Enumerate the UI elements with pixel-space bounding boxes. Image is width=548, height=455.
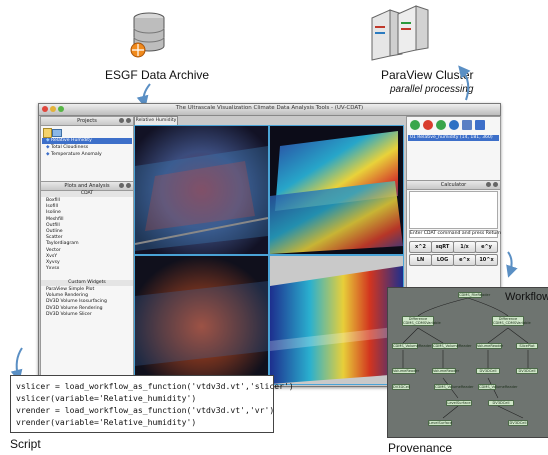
calc-ln-button[interactable]: LN <box>409 254 432 266</box>
projects-header: Projects <box>41 117 133 126</box>
calc-sqrt-button[interactable]: sqRT <box>431 241 454 253</box>
workflow-node[interactable]: DV3DCell <box>516 368 538 374</box>
viz-cell-isosurface[interactable] <box>135 256 268 384</box>
new-project-icon[interactable] <box>43 128 52 138</box>
variables-panel: 01 Relative_humidity (14, 181, 360) <box>406 116 501 181</box>
plots-header: Plots and Analysis <box>41 182 133 191</box>
slice-map-render-image <box>270 256 403 384</box>
variable-item[interactable]: 01 Relative_humidity (14, 181, 360) <box>408 135 499 142</box>
plots-panel: Plots and Analysis CDAT Boxfill Isofill Is… <box>40 181 134 387</box>
viz-cell-slice-map[interactable] <box>270 256 403 384</box>
project-label: Total Cloudiness <box>51 145 89 150</box>
panel-float-icon[interactable] <box>119 118 124 123</box>
calc-pow10-button[interactable]: 10^x <box>475 254 498 266</box>
plot-type-item[interactable]: DV3D Volume Slicer <box>46 312 107 318</box>
script-line: vslicer(variable='Relative_humidity') <box>16 393 197 403</box>
workflow-node[interactable]: DV3DCell <box>476 368 500 374</box>
calc-square-button[interactable]: x^2 <box>409 241 432 253</box>
project-item[interactable]: ◆ Total Cloudiness <box>46 145 88 151</box>
workflow-node[interactable]: DV3DCell <box>392 384 410 390</box>
calculator-header: Calculator <box>407 181 500 190</box>
workflow-node[interactable]: VolumeReader <box>476 343 503 349</box>
info-icon[interactable] <box>449 120 459 130</box>
edit-icon[interactable] <box>462 120 472 130</box>
plots-header-label: Plots and Analysis <box>64 183 110 189</box>
projects-header-label: Projects <box>77 118 97 124</box>
plot-type-item[interactable]: DV3D Volume Isosurfacing <box>46 299 107 305</box>
workflow-node[interactable]: CDMS_VolumeReader <box>432 343 472 349</box>
workflow-node[interactable]: VolumeReader <box>432 368 459 374</box>
project-label: Temperature Anomaly <box>51 152 102 157</box>
workflow-node[interactable]: CDMS_VolumeReader <box>434 384 474 390</box>
workflow-node[interactable]: Difference CDMS_CDMSVariable <box>402 316 441 326</box>
calculator-header-label: Calculator <box>440 182 467 188</box>
calculator-prompt[interactable]: Enter CDAT command and press Return <box>409 230 501 239</box>
delete-icon[interactable] <box>423 120 433 130</box>
project-item[interactable]: ◆ Relative Humidity <box>42 138 132 145</box>
panel-close-icon[interactable] <box>126 183 131 188</box>
panel-close-icon[interactable] <box>493 182 498 187</box>
window-title: The Ultrascale Visualization Climate Dat… <box>175 105 364 111</box>
viz-cell-slicer[interactable] <box>270 126 403 254</box>
calc-reciprocal-button[interactable]: 1/x <box>453 241 476 253</box>
script-label: Script <box>10 437 41 451</box>
save-icon[interactable] <box>475 120 485 130</box>
isosurface-render-image <box>135 256 268 384</box>
projects-panel: Projects ◆ Relative Humidity ◆ Total Clo… <box>40 116 134 182</box>
script-line: vslicer = load_workflow_as_function('vtd… <box>16 381 294 391</box>
panel-float-icon[interactable] <box>486 182 491 187</box>
workflow-node-layer: CDMS_FileReader Difference CDMS_CDMSVaria… <box>388 288 548 437</box>
workflow-node[interactable]: DV3DCell <box>488 400 514 406</box>
plot-type-item[interactable]: Taylordiagram <box>46 241 79 247</box>
workflow-panel: CDMS_FileReader Difference CDMS_CDMSVaria… <box>387 287 548 438</box>
workflow-node[interactable]: CDMS_FileReader <box>458 292 490 298</box>
workflow-label: Workflow <box>505 291 548 303</box>
spreadsheet-grid <box>134 125 404 385</box>
calc-power-button[interactable]: e^y <box>475 241 498 253</box>
workflow-node[interactable]: VolumeReader <box>392 368 419 374</box>
script-line: vrender = load_workflow_as_function('vtd… <box>16 405 275 415</box>
tab-relative-humidity[interactable]: Relative Humidity <box>134 116 178 125</box>
workflow-node[interactable]: CDMS_VolumeReader <box>478 384 518 390</box>
project-item[interactable]: ◆ Temperature Anomaly <box>46 152 102 158</box>
title-bar: The Ultrascale Visualization Climate Dat… <box>39 104 500 116</box>
cdat-plot-list: Boxfill Isofill Isoline Meshfill Outfill Outl… <box>46 198 79 272</box>
panel-float-icon[interactable] <box>119 183 124 188</box>
panel-close-icon[interactable] <box>126 118 131 123</box>
plot-type-item[interactable]: DV3D Volume Rendering <box>46 306 107 312</box>
plot-type-item[interactable]: Yxvsx <box>46 266 79 272</box>
viz-cell-volume[interactable] <box>135 126 268 254</box>
provenance-label: Provenance <box>388 441 453 455</box>
custom-widget-list: ParaView Simple Plot Volume Rendering DV3D… <box>46 287 107 318</box>
open-project-icon[interactable] <box>52 129 62 137</box>
group-header-custom[interactable]: Custom Widgets <box>41 280 133 287</box>
workflow-node[interactable]: SlicePlot <box>516 343 538 349</box>
workflow-node[interactable]: CDMS_VolumeReader <box>392 343 432 349</box>
calc-exp-button[interactable]: e^x <box>453 254 476 266</box>
workflow-node[interactable]: LevelSurface <box>428 420 452 426</box>
slicer-render-image <box>270 126 403 254</box>
workflow-node[interactable]: LevelSurface <box>446 400 472 406</box>
group-header-cdat[interactable]: CDAT <box>41 191 133 198</box>
script-line: vrender(variable='Relative_humidity') <box>16 417 197 427</box>
script-panel: vslicer = load_workflow_as_function('vtd… <box>10 375 294 433</box>
project-label: Relative Humidity <box>51 138 92 143</box>
calc-log-button[interactable]: LOG <box>431 254 454 266</box>
workflow-node[interactable]: DV3DCell <box>508 420 528 426</box>
check-icon[interactable] <box>436 120 446 130</box>
apply-icon[interactable] <box>410 120 420 130</box>
volume-render-image <box>135 126 268 254</box>
workflow-node[interactable]: Difference CDMS_CDMSVariable <box>492 316 531 326</box>
calculator-output[interactable] <box>409 191 498 229</box>
